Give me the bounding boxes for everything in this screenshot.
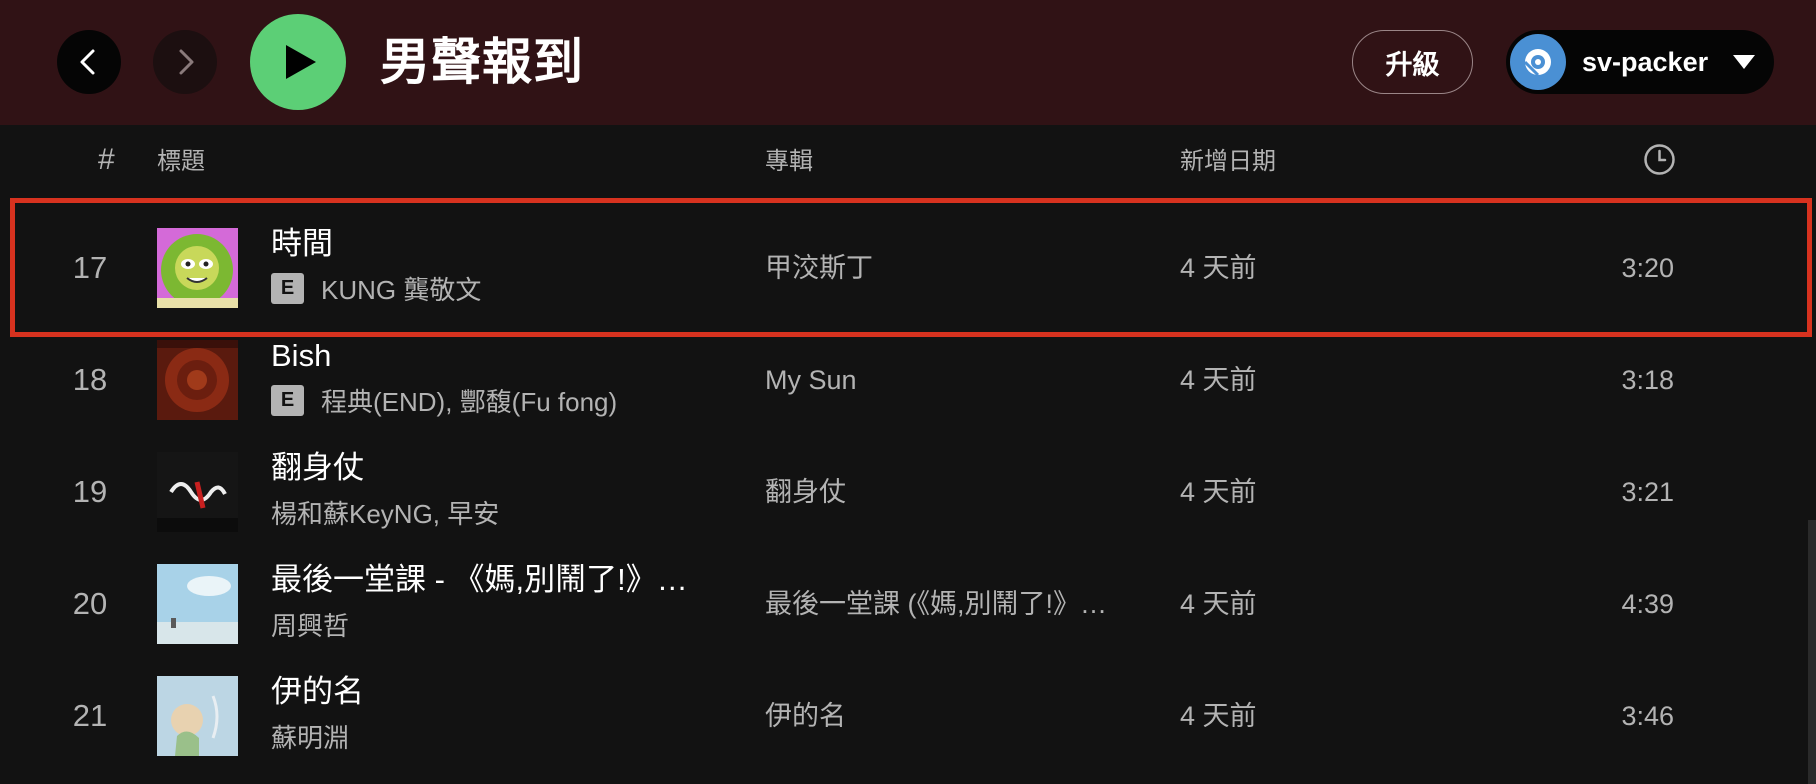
album-link[interactable]: 甲洨斯丁 — [765, 250, 873, 286]
track-duration: 3:21 — [1621, 477, 1674, 507]
track-row[interactable]: 18 Bish E 程典(END), 酆馥(Fu fong) My Sun 4 … — [0, 324, 1816, 436]
track-number: 21 — [72, 698, 108, 733]
upgrade-button[interactable]: 升級 — [1352, 30, 1473, 94]
column-number[interactable]: # — [98, 145, 115, 175]
tracklist-header: # 標題 專輯 新增日期 — [0, 125, 1816, 195]
scrollbar[interactable] — [1808, 520, 1816, 784]
chevron-right-icon — [179, 49, 194, 75]
album-cover — [157, 564, 238, 644]
date-added: 4 天前 — [1180, 589, 1257, 619]
album-link[interactable]: 伊的名 — [765, 698, 846, 734]
album-art-image — [157, 452, 238, 532]
username: sv-packer — [1582, 47, 1709, 77]
artist-link[interactable]: 蘇明淵 — [271, 718, 349, 755]
track-row[interactable]: 21 伊的名 蘇明淵 伊的名 4 天前 3:46 — [0, 660, 1816, 772]
track-title[interactable]: 最後一堂課 - 《媽,別鬧了!》… — [271, 560, 688, 600]
album-art-image — [157, 340, 238, 420]
column-date-added[interactable]: 新增日期 — [1180, 147, 1276, 177]
play-icon — [286, 45, 316, 79]
column-album[interactable]: 專輯 — [765, 147, 813, 177]
artist-link[interactable]: 周興哲 — [271, 606, 349, 643]
album-link[interactable]: 最後一堂課 (《媽,別鬧了!》… — [765, 586, 1107, 622]
track-duration: 4:39 — [1621, 589, 1674, 619]
user-avatar-icon — [1523, 49, 1551, 77]
explicit-badge: E — [271, 384, 304, 416]
track-artists: 楊和蘇KeyNG, 早安 — [271, 494, 499, 530]
column-title[interactable]: 標題 — [157, 147, 205, 177]
date-added: 4 天前 — [1180, 701, 1257, 731]
album-cover — [157, 340, 238, 420]
track-row[interactable]: 20 最後一堂課 - 《媽,別鬧了!》… 周興哲 最後一堂課 (《媽,別鬧了!》… — [0, 548, 1816, 660]
clock-icon — [1644, 144, 1675, 175]
album-art-image — [157, 228, 238, 308]
play-button[interactable] — [250, 14, 346, 110]
artist-link[interactable]: 楊和蘇KeyNG, 早安 — [271, 494, 499, 531]
artist-link[interactable]: KUNG 龔敬文 — [321, 270, 481, 307]
track-title[interactable]: 伊的名 — [271, 672, 364, 712]
album-cover — [157, 228, 238, 308]
date-added: 4 天前 — [1180, 477, 1257, 507]
album-art-image — [157, 676, 238, 756]
album-art-image — [157, 564, 238, 644]
track-duration: 3:46 — [1621, 701, 1674, 731]
user-menu-button[interactable]: sv-packer — [1506, 30, 1774, 94]
caret-down-icon — [1733, 55, 1755, 69]
track-row[interactable]: 19 翻身仗 楊和蘇KeyNG, 早安 翻身仗 4 天前 3:21 — [0, 436, 1816, 548]
track-artists: 周興哲 — [271, 606, 349, 642]
avatar — [1510, 34, 1566, 90]
track-artists: 蘇明淵 — [271, 718, 349, 754]
back-button[interactable] — [57, 30, 121, 94]
track-row[interactable]: 17 時間 E KUNG 龔敬文 甲洨斯丁 4 天前 3:20 — [0, 212, 1816, 324]
track-number: 20 — [72, 586, 108, 621]
explicit-badge: E — [271, 272, 304, 304]
track-number: 17 — [72, 250, 108, 285]
column-duration[interactable] — [1643, 143, 1676, 184]
track-title[interactable]: Bish — [271, 336, 331, 376]
track-duration: 3:18 — [1621, 365, 1674, 395]
album-link[interactable]: 翻身仗 — [765, 474, 846, 510]
album-cover — [157, 452, 238, 532]
playlist-header: 男聲報到 升級 sv-packer — [0, 0, 1816, 125]
track-artists: E KUNG 龔敬文 — [271, 270, 481, 306]
track-duration: 3:20 — [1621, 253, 1674, 283]
playlist-title: 男聲報到 — [380, 34, 584, 90]
artist-link[interactable]: 程典(END), 酆馥(Fu fong) — [321, 382, 617, 419]
date-added: 4 天前 — [1180, 365, 1257, 395]
track-number: 19 — [72, 474, 108, 509]
chevron-left-icon — [80, 49, 95, 75]
forward-button[interactable] — [153, 30, 217, 94]
album-cover — [157, 676, 238, 756]
track-title[interactable]: 翻身仗 — [271, 448, 364, 488]
track-artists: E 程典(END), 酆馥(Fu fong) — [271, 382, 617, 418]
date-added: 4 天前 — [1180, 253, 1257, 283]
album-link[interactable]: My Sun — [765, 362, 857, 398]
track-number: 18 — [72, 362, 108, 397]
track-title[interactable]: 時間 — [271, 224, 333, 264]
